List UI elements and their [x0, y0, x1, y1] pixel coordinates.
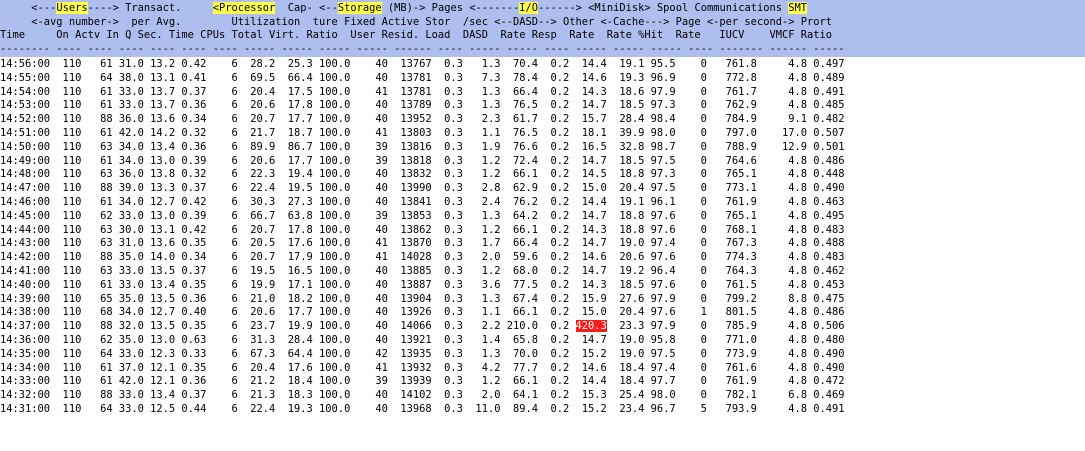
- row-text: 14:46:00 110 61 34.0 12.7 0.42 6 30.3 27…: [0, 195, 845, 208]
- row-text: 14:36:00 110 62 35.0 13.0 0.63 6 31.3 28…: [0, 333, 845, 346]
- table-row: 14:56:00 110 61 31.0 13.2 0.42 6 28.2 25…: [0, 58, 1085, 72]
- row-text: 14:34:00 110 61 37.0 12.1 0.35 6 20.4 17…: [0, 361, 845, 374]
- table-row: 14:49:00 110 61 34.0 13.0 0.39 6 20.6 17…: [0, 155, 1085, 169]
- row-text: 14:55:00 110 64 38.0 13.1 0.41 6 69.5 66…: [0, 71, 845, 84]
- table-row: 14:31:00 110 64 33.0 12.5 0.44 6 22.4 19…: [0, 403, 1085, 417]
- header-subgroup-line: <-avg number-> per Avg. Utilization ture…: [0, 15, 833, 28]
- row-text: 14:50:00 110 63 34.0 13.4 0.36 6 89.9 86…: [0, 140, 845, 153]
- header-group-line: <---Users----> Transact. <Processor Cap-…: [0, 2, 1085, 16]
- row-text: 14:54:00 110 61 33.0 13.7 0.37 6 20.4 17…: [0, 85, 845, 98]
- header-underline: -------- ---- ---- ---- ---- ---- ---- -…: [0, 42, 845, 55]
- header-column-names: Time On Actv In Q Sec. Time CPUs Total V…: [0, 29, 833, 42]
- table-row: 14:39:00 110 65 35.0 13.5 0.36 6 21.0 18…: [0, 293, 1085, 307]
- table-row: 14:43:00 110 63 31.0 13.6 0.35 6 20.5 17…: [0, 237, 1085, 251]
- header-text: <---: [0, 2, 57, 14]
- table-row: 14:35:00 110 64 33.0 12.3 0.33 6 67.3 64…: [0, 348, 1085, 362]
- processor-group-label: <Processor: [212, 2, 276, 14]
- table-row: 14:42:00 110 88 35.0 14.0 0.34 6 20.7 17…: [0, 251, 1085, 265]
- row-text: 14:51:00 110 61 42.0 14.2 0.32 6 21.7 18…: [0, 126, 845, 139]
- table-row: 14:55:00 110 64 38.0 13.1 0.41 6 69.5 66…: [0, 72, 1085, 86]
- storage-group-label: Storage: [337, 2, 382, 14]
- header-text: Cap- <--: [275, 2, 338, 14]
- table-row: 14:40:00 110 61 33.0 13.4 0.35 6 19.9 17…: [0, 279, 1085, 293]
- table-row: 14:41:00 110 63 33.0 13.5 0.37 6 19.5 16…: [0, 265, 1085, 279]
- row-text: 14:32:00 110 88 33.0 13.4 0.37 6 21.3 18…: [0, 389, 845, 402]
- table-row: 14:48:00 110 63 36.0 13.8 0.32 6 22.3 19…: [0, 168, 1085, 182]
- table-row: 14:38:00 110 68 34.0 12.7 0.40 6 20.6 17…: [0, 306, 1085, 320]
- row-text: 14:33:00 110 61 42.0 12.1 0.36 6 21.2 18…: [0, 375, 845, 388]
- header-text: (MB)-> Pages <-------: [381, 2, 520, 14]
- report-header: <---Users----> Transact. <Processor Cap-…: [0, 0, 1085, 57]
- row-text: 14:43:00 110 63 31.0 13.6 0.35 6 20.5 17…: [0, 237, 845, 250]
- table-row: 14:52:00 110 88 36.0 13.6 0.34 6 20.7 17…: [0, 113, 1085, 127]
- row-text: 14:35:00 110 64 33.0 12.3 0.33 6 67.3 64…: [0, 347, 845, 360]
- row-text: 14:48:00 110 63 36.0 13.8 0.32 6 22.3 19…: [0, 168, 845, 181]
- row-text: 14:44:00 110 63 30.0 13.1 0.42 6 20.7 17…: [0, 223, 845, 236]
- table-row: 14:50:00 110 63 34.0 13.4 0.36 6 89.9 86…: [0, 141, 1085, 155]
- header-text: ----> Transact.: [87, 2, 213, 14]
- row-text: 14:37:00 110 88 32.0 13.5 0.35 6 23.7 19…: [0, 320, 576, 333]
- row-text: 14:47:00 110 88 39.0 13.3 0.37 6 22.4 19…: [0, 182, 845, 195]
- table-row: 14:45:00 110 62 33.0 13.0 0.39 6 66.7 63…: [0, 210, 1085, 224]
- table-row: 14:53:00 110 61 33.0 13.7 0.36 6 20.6 17…: [0, 99, 1085, 113]
- row-text: 14:53:00 110 61 33.0 13.7 0.36 6 20.6 17…: [0, 99, 845, 112]
- highlighted-cell: 420.3: [575, 320, 607, 333]
- row-text: 14:52:00 110 88 36.0 13.6 0.34 6 20.7 17…: [0, 113, 845, 126]
- row-text: 14:45:00 110 62 33.0 13.0 0.39 6 66.7 63…: [0, 209, 845, 222]
- users-group-label: Users: [56, 2, 88, 14]
- table-row: 14:32:00 110 88 33.0 13.4 0.37 6 21.3 18…: [0, 389, 1085, 403]
- row-text: 14:40:00 110 61 33.0 13.4 0.35 6 19.9 17…: [0, 278, 845, 291]
- table-row: 14:36:00 110 62 35.0 13.0 0.63 6 31.3 28…: [0, 334, 1085, 348]
- table-row: 14:46:00 110 61 34.0 12.7 0.42 6 30.3 27…: [0, 196, 1085, 210]
- row-text: 14:41:00 110 63 33.0 13.5 0.37 6 19.5 16…: [0, 264, 845, 277]
- table-row: 14:51:00 110 61 42.0 14.2 0.32 6 21.7 18…: [0, 127, 1085, 141]
- row-text: 14:49:00 110 61 34.0 13.0 0.39 6 20.6 17…: [0, 154, 845, 167]
- row-text: 14:31:00 110 64 33.0 12.5 0.44 6 22.4 19…: [0, 402, 845, 415]
- table-row: 14:34:00 110 61 37.0 12.1 0.35 6 20.4 17…: [0, 362, 1085, 376]
- smt-group-label: SMT: [788, 2, 808, 14]
- data-rows: 14:56:00 110 61 31.0 13.2 0.42 6 28.2 25…: [0, 57, 1085, 417]
- table-row: 14:54:00 110 61 33.0 13.7 0.37 6 20.4 17…: [0, 86, 1085, 100]
- header-text: ------> <MiniDisk> Spool Communications: [538, 2, 789, 14]
- performance-report-screen: <---Users----> Transact. <Processor Cap-…: [0, 0, 1085, 451]
- row-text: 14:42:00 110 88 35.0 14.0 0.34 6 20.7 17…: [0, 251, 845, 264]
- table-row: 14:44:00 110 63 30.0 13.1 0.42 6 20.7 17…: [0, 224, 1085, 238]
- table-row: 14:33:00 110 61 42.0 12.1 0.36 6 21.2 18…: [0, 375, 1085, 389]
- row-text: 14:38:00 110 68 34.0 12.7 0.40 6 20.6 17…: [0, 306, 845, 319]
- row-text: 23.3 97.9 0 785.9 4.8 0.506: [606, 320, 845, 333]
- table-row: 14:37:00 110 88 32.0 13.5 0.35 6 23.7 19…: [0, 320, 1085, 334]
- table-row: 14:47:00 110 88 39.0 13.3 0.37 6 22.4 19…: [0, 182, 1085, 196]
- row-text: 14:56:00 110 61 31.0 13.2 0.42 6 28.2 25…: [0, 58, 845, 70]
- io-group-label: I/O: [519, 2, 539, 14]
- row-text: 14:39:00 110 65 35.0 13.5 0.36 6 21.0 18…: [0, 292, 845, 305]
